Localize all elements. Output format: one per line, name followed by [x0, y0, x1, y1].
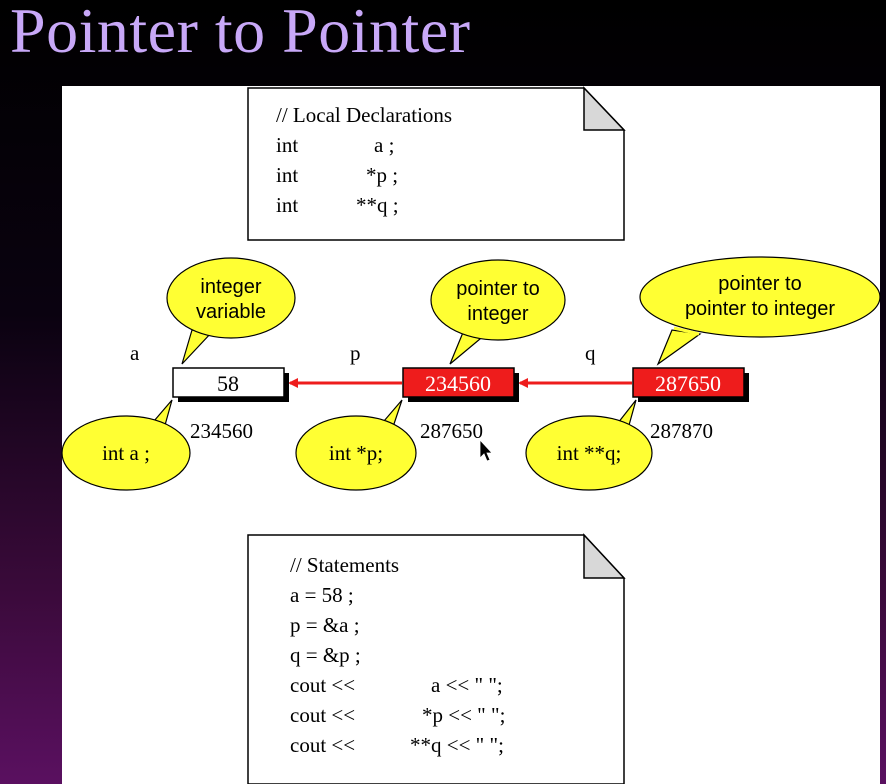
cout-prefix-3: cout << — [290, 733, 355, 757]
value-a: 58 — [217, 371, 239, 396]
callout-a-line2: variable — [196, 301, 266, 323]
decl-name-p: *p ; — [366, 163, 398, 187]
callout-integer-variable: integer variable — [166, 257, 296, 365]
cout-prefix-2: cout << — [290, 703, 355, 727]
decl-type-p: int — [276, 163, 298, 187]
memory-box-a: 58 — [172, 367, 289, 402]
value-p: 234560 — [425, 371, 491, 396]
cout-expr-2: *p << " "; — [422, 703, 505, 727]
statement-3: q = &p ; — [290, 643, 361, 667]
callout-p-line2: integer — [467, 303, 528, 325]
cout-prefix-1: cout << — [290, 673, 355, 697]
address-a: 234560 — [190, 419, 253, 443]
callout-q-line2: pointer to integer — [685, 298, 835, 320]
declarations-comment: // Local Declarations — [276, 103, 452, 127]
decl-type-q: int — [276, 193, 298, 217]
callout-decl-q: int **q; — [525, 399, 653, 491]
value-q: 287650 — [655, 371, 721, 396]
declarations-note: // Local Declarations int a ; int *p ; i… — [247, 86, 626, 241]
cout-expr-3: **q << " "; — [410, 733, 504, 757]
callout-pointer-to-pointer: pointer to pointer to integer — [639, 256, 881, 366]
callout-decl-p: int *p; — [295, 399, 417, 491]
statement-2: p = &a ; — [290, 613, 360, 637]
address-q: 287870 — [650, 419, 713, 443]
var-label-p: p — [350, 341, 361, 365]
cout-expr-1: a << " "; — [431, 673, 503, 697]
callout-q-line1: pointer to — [718, 273, 801, 295]
memory-box-p: 234560 — [402, 367, 519, 402]
decl-type-a: int — [276, 133, 298, 157]
statements-note: // Statements a = 58 ; p = &a ; q = &p ;… — [247, 533, 626, 784]
var-label-a: a — [130, 341, 140, 365]
decl-name-a: a ; — [374, 133, 394, 157]
pointer-diagram: // Local Declarations int a ; int *p ; i… — [61, 86, 881, 784]
decl-callout-a: int a ; — [102, 441, 150, 465]
callout-pointer-to-integer: pointer to integer — [430, 259, 566, 365]
mouse-cursor-icon — [479, 438, 493, 462]
address-p: 287650 — [420, 419, 483, 443]
memory-box-q: 287650 — [632, 367, 749, 402]
decl-callout-q: int **q; — [557, 441, 622, 465]
statements-comment: // Statements — [290, 553, 399, 577]
decl-callout-p: int *p; — [329, 441, 383, 465]
callout-decl-a: int a ; — [61, 399, 191, 491]
callout-a-line1: integer — [200, 276, 261, 298]
var-label-q: q — [585, 341, 596, 365]
statement-1: a = 58 ; — [290, 583, 354, 607]
decl-name-q: **q ; — [356, 193, 399, 217]
callout-p-line1: pointer to — [456, 278, 539, 300]
